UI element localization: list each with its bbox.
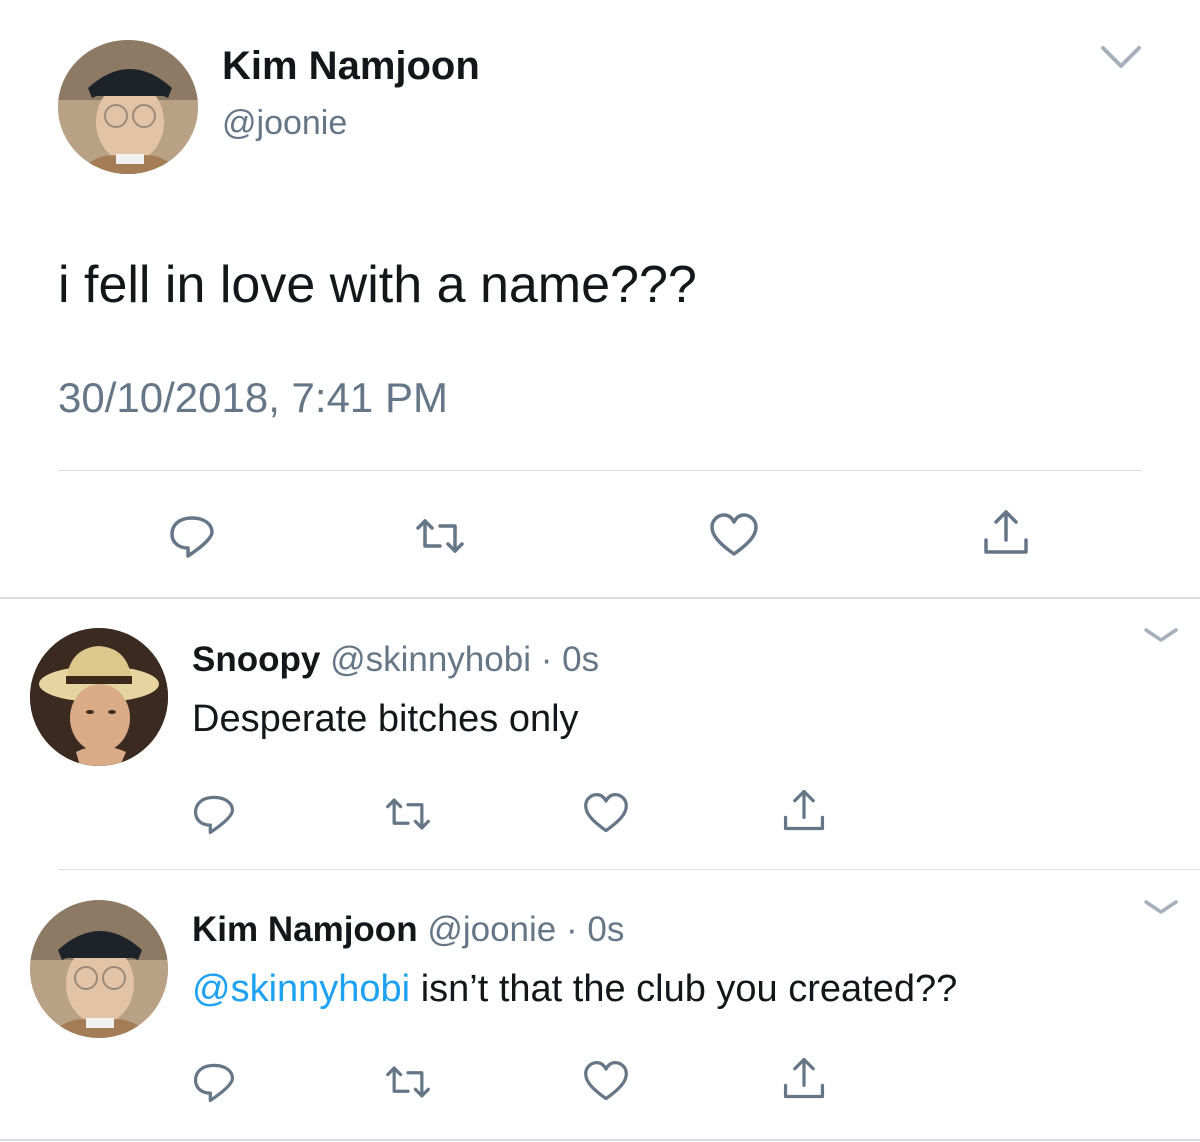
reply-icon[interactable] bbox=[190, 1058, 238, 1106]
thread-divider-2 bbox=[58, 869, 1200, 870]
reply-2-time[interactable]: 0s bbox=[587, 910, 624, 949]
reply-2-body: isn’t that the club you created?? bbox=[410, 968, 958, 1010]
like-icon[interactable] bbox=[582, 790, 630, 838]
retweet-icon[interactable] bbox=[384, 1058, 432, 1106]
share-icon[interactable] bbox=[780, 786, 828, 834]
retweet-icon[interactable] bbox=[414, 510, 466, 562]
main-author-handle[interactable]: @joonie bbox=[222, 104, 347, 143]
reply-2-header: Kim Namjoon @joonie · 0s bbox=[192, 910, 624, 950]
reply-2-author-handle[interactable]: @joonie bbox=[427, 910, 556, 949]
main-avatar[interactable] bbox=[58, 40, 198, 174]
reply-2-mention[interactable]: @skinnyhobi bbox=[192, 968, 410, 1010]
reply-2-separator: · bbox=[566, 910, 578, 949]
reply-1-author-name[interactable]: Snoopy bbox=[192, 640, 320, 679]
share-icon[interactable] bbox=[780, 1054, 828, 1102]
reply-1-author-handle[interactable]: @skinnyhobi bbox=[330, 640, 531, 679]
main-tweet-text: i fell in love with a name??? bbox=[58, 256, 697, 314]
main-divider bbox=[58, 470, 1142, 471]
share-icon[interactable] bbox=[980, 506, 1032, 558]
reply-2-avatar[interactable] bbox=[30, 900, 168, 1038]
reply-2-text: @skinnyhobi isn’t that the club you crea… bbox=[192, 968, 957, 1011]
main-tweet-timestamp: 30/10/2018, 7:41 PM bbox=[58, 374, 448, 421]
reply-1-header: Snoopy @skinnyhobi · 0s bbox=[192, 640, 599, 680]
reply-icon[interactable] bbox=[166, 510, 218, 562]
reply-1-avatar[interactable] bbox=[30, 628, 168, 766]
chevron-down-icon[interactable] bbox=[1142, 624, 1180, 646]
like-icon[interactable] bbox=[582, 1058, 630, 1106]
thread-divider-1 bbox=[0, 597, 1200, 599]
reply-1-time[interactable]: 0s bbox=[562, 640, 599, 679]
reply-icon[interactable] bbox=[190, 790, 238, 838]
reply-1-separator: · bbox=[540, 640, 553, 679]
retweet-icon[interactable] bbox=[384, 790, 432, 838]
chevron-down-icon[interactable] bbox=[1142, 896, 1180, 918]
like-icon[interactable] bbox=[708, 510, 760, 562]
reply-1-text: Desperate bitches only bbox=[192, 698, 579, 740]
main-author-name[interactable]: Kim Namjoon bbox=[222, 44, 480, 89]
thread-divider-bottom bbox=[0, 1139, 1200, 1141]
reply-2-author-name[interactable]: Kim Namjoon bbox=[192, 910, 418, 949]
chevron-down-icon[interactable] bbox=[1098, 40, 1144, 74]
